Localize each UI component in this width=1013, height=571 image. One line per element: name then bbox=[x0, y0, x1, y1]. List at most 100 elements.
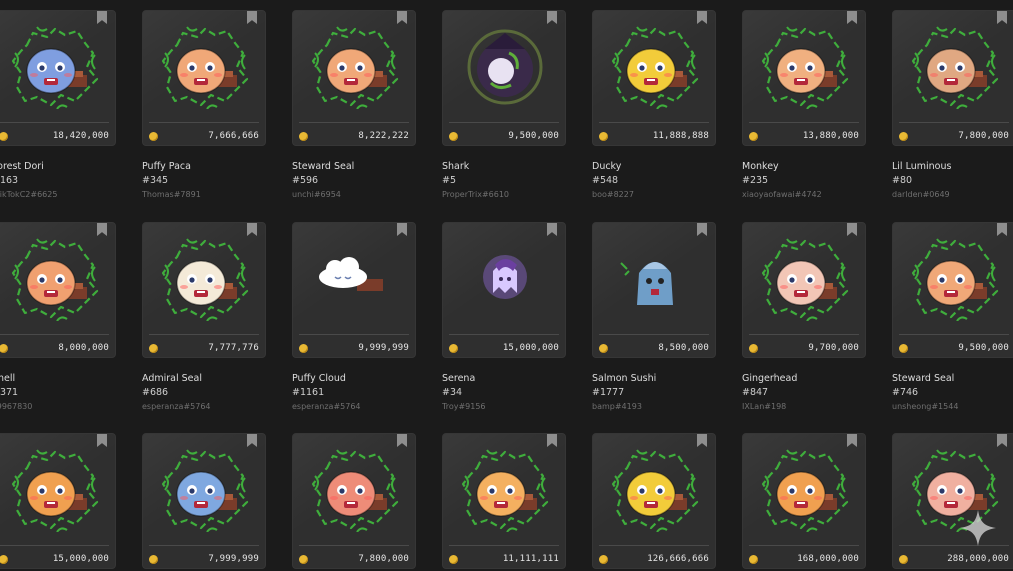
seller-name[interactable]: unchi#6954 bbox=[292, 190, 341, 199]
listing-price: 7,800,000 bbox=[358, 554, 409, 564]
listing-tile[interactable]: 13,880,000 bbox=[742, 10, 866, 146]
listing-tile[interactable]: 8,500,000 bbox=[592, 222, 716, 358]
price-row: 11,111,111 bbox=[449, 552, 559, 566]
listing-tile[interactable]: 7,800,000 bbox=[292, 433, 416, 569]
coin-icon bbox=[0, 343, 8, 353]
seller-name[interactable]: esperanza#5764 bbox=[142, 402, 211, 411]
listing-number: #1161 bbox=[292, 387, 325, 398]
listing-name[interactable]: Puffy Paca bbox=[142, 161, 191, 172]
coin-icon bbox=[0, 554, 8, 564]
listing-tile[interactable]: 7,666,666 bbox=[142, 10, 266, 146]
listing-name[interactable]: Monkey bbox=[742, 161, 779, 172]
price-row: 288,000,000 bbox=[899, 552, 1009, 566]
listing-tile[interactable]: 9,500,000 bbox=[892, 222, 1013, 358]
divider bbox=[899, 122, 1009, 123]
seller-name[interactable]: boo#8227 bbox=[592, 190, 634, 199]
seller-name[interactable]: tTikTokC2#6625 bbox=[0, 190, 57, 199]
blue-creature-icon bbox=[620, 262, 673, 305]
listing-name[interactable]: Ducky bbox=[592, 161, 621, 172]
listing-tile[interactable]: 15,000,000 bbox=[442, 222, 566, 358]
seller-name[interactable]: IXLan#198 bbox=[742, 402, 786, 411]
purple-orb-icon bbox=[467, 29, 543, 105]
coin-icon bbox=[749, 131, 758, 141]
listing-tile[interactable]: 9,999,999 bbox=[292, 222, 416, 358]
listing-number: #345 bbox=[142, 175, 169, 186]
price-row: 9,500,000 bbox=[899, 341, 1009, 355]
listing-name[interactable]: Puffy Cloud bbox=[292, 373, 346, 384]
listing-tile[interactable]: 15,000,000 bbox=[0, 433, 116, 569]
seller-name[interactable]: ProperTrix#6610 bbox=[442, 190, 509, 199]
seller-name[interactable]: unsheong#1544 bbox=[892, 402, 958, 411]
listing-name[interactable]: Shark bbox=[442, 161, 469, 172]
listing-grid: 18,420,000 Forest Dori #163 tTikTokC2#6625 7… bbox=[0, 0, 1013, 571]
divider bbox=[0, 334, 109, 335]
seller-name[interactable]: xiaoyaofawai#4742 bbox=[742, 190, 822, 199]
listing-name[interactable]: Lil Luminous bbox=[892, 161, 951, 172]
tan-blob-icon bbox=[911, 26, 999, 109]
orange-blob-icon bbox=[761, 26, 849, 109]
listing-number: #80 bbox=[892, 175, 913, 186]
listing-name[interactable]: Salmon Sushi bbox=[592, 373, 656, 384]
seller-name[interactable]: Troy#9156 bbox=[442, 402, 486, 411]
listing-tile[interactable]: 7,800,000 bbox=[892, 10, 1013, 146]
listing-name[interactable]: Gingerhead bbox=[742, 373, 797, 384]
listing-price: 7,666,666 bbox=[208, 131, 259, 141]
coin-icon bbox=[899, 343, 908, 353]
listing-price: 9,999,999 bbox=[358, 343, 409, 353]
seller-name[interactable]: y9967830 bbox=[0, 402, 32, 411]
sparkle-icon bbox=[960, 510, 996, 546]
listing-price: 11,888,888 bbox=[652, 131, 709, 141]
listing-price: 288,000,000 bbox=[947, 554, 1009, 564]
listing-tile[interactable]: 18,420,000 bbox=[0, 10, 116, 146]
listing-price: 9,500,000 bbox=[958, 343, 1009, 353]
listing-name[interactable]: Steward Seal bbox=[292, 161, 354, 172]
listing-price: 15,000,000 bbox=[502, 343, 559, 353]
listing-tile[interactable]: 288,000,000 bbox=[892, 433, 1013, 569]
orange-blob-icon bbox=[911, 238, 999, 321]
price-row: 15,000,000 bbox=[449, 341, 559, 355]
price-row: 8,500,000 bbox=[599, 341, 709, 355]
listing-tile[interactable]: 7,999,999 bbox=[142, 433, 266, 569]
listing-number: #548 bbox=[592, 175, 619, 186]
seller-name[interactable]: esperanza#5764 bbox=[292, 402, 361, 411]
listing-name[interactable]: Steward Seal bbox=[892, 373, 954, 384]
listing-tile[interactable]: 11,888,888 bbox=[592, 10, 716, 146]
divider bbox=[749, 334, 859, 335]
coin-icon bbox=[299, 343, 308, 353]
listing-number: #5 bbox=[442, 175, 457, 186]
seller-name[interactable]: Thomas#7891 bbox=[142, 190, 201, 199]
listing-price: 9,700,000 bbox=[808, 343, 859, 353]
listing-tile[interactable]: 8,000,000 bbox=[0, 222, 116, 358]
listing-tile[interactable]: 11,111,111 bbox=[442, 433, 566, 569]
ghost-icon bbox=[483, 255, 527, 299]
cloud-icon bbox=[319, 257, 383, 291]
price-row: 7,800,000 bbox=[299, 552, 409, 566]
coin-icon bbox=[749, 343, 758, 353]
listing-tile[interactable]: 168,000,000 bbox=[742, 433, 866, 569]
listing-name[interactable]: Forest Dori bbox=[0, 161, 44, 172]
listing-price: 8,500,000 bbox=[658, 343, 709, 353]
seller-name[interactable]: bamp#4193 bbox=[592, 402, 642, 411]
listing-tile[interactable]: 9,700,000 bbox=[742, 222, 866, 358]
listing-number: #34 bbox=[442, 387, 463, 398]
listing-name[interactable]: Snell bbox=[0, 373, 15, 384]
price-row: 9,500,000 bbox=[449, 129, 559, 143]
listing-name[interactable]: Serena bbox=[442, 373, 475, 384]
coin-icon bbox=[449, 554, 458, 564]
coin-icon bbox=[599, 343, 608, 353]
listing-tile[interactable]: 7,777,776 bbox=[142, 222, 266, 358]
listing-price: 13,880,000 bbox=[802, 131, 859, 141]
listing-tile[interactable]: 9,500,000 bbox=[442, 10, 566, 146]
price-row: 11,888,888 bbox=[599, 129, 709, 143]
listing-price: 7,777,776 bbox=[208, 343, 259, 353]
yellow-blob-icon bbox=[611, 449, 699, 532]
price-row: 15,000,000 bbox=[0, 552, 109, 566]
coin-icon bbox=[449, 131, 458, 141]
listing-tile[interactable]: 126,666,666 bbox=[592, 433, 716, 569]
listing-price: 7,999,999 bbox=[208, 554, 259, 564]
seller-name[interactable]: darlden#0649 bbox=[892, 190, 950, 199]
coin-icon bbox=[899, 131, 908, 141]
pink-blob-icon bbox=[311, 449, 399, 532]
listing-tile[interactable]: 8,222,222 bbox=[292, 10, 416, 146]
listing-name[interactable]: Admiral Seal bbox=[142, 373, 202, 384]
